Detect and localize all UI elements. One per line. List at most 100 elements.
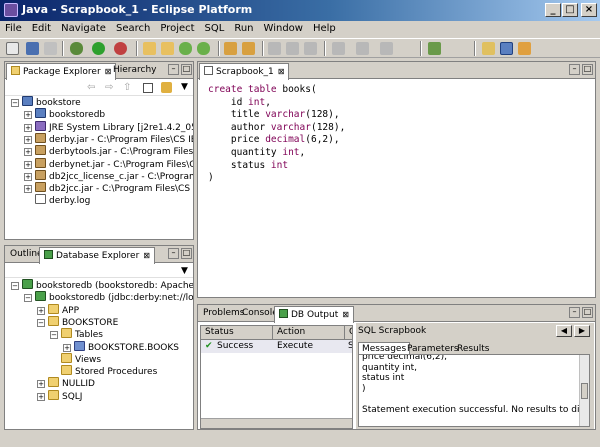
tab-scrapbook-1[interactable]: Scrapbook_1 ⊠	[199, 63, 290, 80]
run-sql-icon[interactable]	[428, 42, 441, 55]
tree-item[interactable]: + bookstoredb	[24, 108, 105, 120]
collapse-all-icon[interactable]	[143, 83, 153, 93]
collapse-icon[interactable]: −	[50, 331, 58, 340]
collapse-icon[interactable]: −	[11, 99, 19, 107]
tree-item[interactable]: + derbytools.jar - C:\Program Files\CS IE…	[24, 145, 193, 157]
tree-item[interactable]: derby.log	[24, 194, 90, 206]
close-icon[interactable]: ⊠	[143, 251, 150, 260]
expand-icon[interactable]: +	[24, 123, 32, 132]
menu-help[interactable]: Help	[308, 21, 341, 34]
open-type-icon[interactable]	[224, 42, 237, 55]
tree-item[interactable]: − bookstoredb (jdbc:derby:net://localhos	[24, 291, 193, 303]
menu-project[interactable]: Project	[155, 21, 199, 34]
maximize-button[interactable]: □	[562, 3, 578, 17]
tab-hierarchy[interactable]: Hierarchy	[109, 63, 161, 79]
tab-db-output[interactable]: DB Output ⊠	[274, 306, 354, 323]
menu-run[interactable]: Run	[229, 21, 258, 34]
maximize-view-button[interactable]: □	[181, 248, 192, 259]
column-header-object[interactable]: O	[345, 326, 352, 340]
vertical-scrollbar[interactable]	[579, 355, 589, 426]
forward-icon[interactable]	[356, 42, 369, 55]
collapse-icon[interactable]: −	[11, 282, 19, 290]
expand-icon[interactable]: +	[37, 306, 45, 315]
sql-editor-text[interactable]: create table books( id int, title varcha…	[198, 80, 595, 297]
close-icon[interactable]: ⊠	[342, 310, 349, 319]
up-icon[interactable]: ⇧	[123, 82, 131, 93]
tree-item[interactable]: + BOOKSTORE.BOOKS	[63, 340, 179, 353]
next-annotation-icon[interactable]	[268, 42, 281, 55]
new-icon[interactable]	[6, 42, 19, 55]
table-row[interactable]: ✔ Success Execute Sc	[201, 340, 352, 353]
expand-icon[interactable]: +	[24, 111, 32, 120]
link-editor-icon[interactable]	[161, 82, 172, 93]
new-class-icon[interactable]	[179, 42, 192, 55]
prev-annotation-icon[interactable]	[286, 42, 299, 55]
tree-item[interactable]: + derby.jar - C:\Program Files\CS IES Be	[24, 132, 193, 145]
messages-text[interactable]: price decimal(6,2), quantity int, status i…	[358, 354, 590, 427]
debug-icon[interactable]	[70, 42, 83, 55]
tree-item[interactable]: + NULLID	[37, 377, 95, 389]
run-icon[interactable]	[92, 42, 105, 55]
expand-icon[interactable]: +	[24, 185, 32, 194]
scrollbar-thumb[interactable]	[581, 383, 588, 399]
back-arrow-icon[interactable]: ⇦	[87, 82, 95, 93]
menu-search[interactable]: Search	[111, 21, 155, 34]
tree-item[interactable]: + db2jcc_license_c.jar - C:\Program Files	[24, 169, 193, 182]
expand-icon[interactable]: +	[37, 392, 45, 401]
tab-messages[interactable]: Messages	[358, 342, 411, 354]
tree-item[interactable]: + db2jcc.jar - C:\Program Files\CS IES Be	[24, 182, 193, 194]
tree-item[interactable]: − bookstoredb (bookstoredb: Apache Derby	[11, 279, 193, 291]
tab-database-explorer[interactable]: Database Explorer ⊠	[39, 247, 155, 264]
tree-item[interactable]: − Tables	[50, 328, 103, 340]
forward-arrow-icon[interactable]: ⇨	[105, 82, 113, 93]
view-menu-icon[interactable]: ▼	[181, 82, 188, 92]
tree-item[interactable]: Views	[50, 352, 101, 365]
tree-item[interactable]: + derbynet.jar - C:\Program Files\CS IES	[24, 157, 193, 170]
tree-item[interactable]: + SQLJ	[37, 389, 82, 402]
save-icon[interactable]	[26, 42, 39, 55]
menu-edit[interactable]: Edit	[27, 21, 56, 34]
expand-icon[interactable]: +	[24, 160, 32, 169]
previous-result-button[interactable]: ◀	[556, 325, 572, 337]
collapse-icon[interactable]: −	[24, 294, 32, 303]
open-perspective-icon[interactable]	[482, 42, 495, 55]
expand-icon[interactable]: +	[24, 148, 32, 157]
maximize-editor-button[interactable]: □	[582, 64, 593, 75]
external-tools-icon[interactable]	[114, 42, 127, 55]
expand-icon[interactable]: +	[63, 343, 71, 352]
search-icon[interactable]	[242, 42, 255, 55]
new-package-icon[interactable]	[161, 42, 174, 55]
menu-window[interactable]: Window	[259, 21, 308, 34]
expand-icon[interactable]: +	[24, 172, 32, 181]
maximize-view-button[interactable]: □	[181, 64, 192, 75]
tree-item[interactable]: + JRE System Library [j2re1.4.2_05]	[24, 120, 193, 133]
debug-perspective-icon[interactable]	[518, 42, 531, 55]
maximize-view-button[interactable]: □	[582, 307, 593, 318]
back-icon[interactable]	[332, 42, 345, 55]
minimize-view-button[interactable]: –	[168, 248, 179, 259]
java-perspective-icon[interactable]	[500, 42, 513, 55]
tab-package-explorer[interactable]: Package Explorer ⊠	[6, 63, 117, 80]
print-icon[interactable]	[44, 42, 57, 55]
collapse-icon[interactable]: −	[37, 318, 45, 327]
next-result-button[interactable]: ▶	[574, 325, 590, 337]
tree-item[interactable]: Stored Procedures	[50, 365, 157, 377]
expand-icon[interactable]: +	[24, 135, 32, 144]
tree-item[interactable]: + APP	[37, 303, 79, 316]
horizontal-scrollbar[interactable]	[201, 418, 352, 428]
minimize-editor-button[interactable]: –	[569, 64, 580, 75]
minimize-view-button[interactable]: –	[168, 64, 179, 75]
view-menu-icon[interactable]: ▼	[181, 266, 188, 276]
menu-navigate[interactable]: Navigate	[56, 21, 111, 34]
column-header-action[interactable]: Action	[273, 326, 345, 340]
menu-sql[interactable]: SQL	[200, 21, 230, 34]
column-header-status[interactable]: Status	[201, 326, 273, 340]
tree-item[interactable]: − bookstore	[11, 96, 81, 108]
tree-item[interactable]: − BOOKSTORE	[37, 315, 118, 328]
expand-icon[interactable]: +	[37, 380, 45, 389]
new-java-project-icon[interactable]	[143, 42, 156, 55]
close-button[interactable]: ×	[581, 3, 597, 17]
menu-file[interactable]: File	[0, 21, 27, 34]
history-icon[interactable]	[380, 42, 393, 55]
close-icon[interactable]: ⊠	[278, 67, 285, 76]
